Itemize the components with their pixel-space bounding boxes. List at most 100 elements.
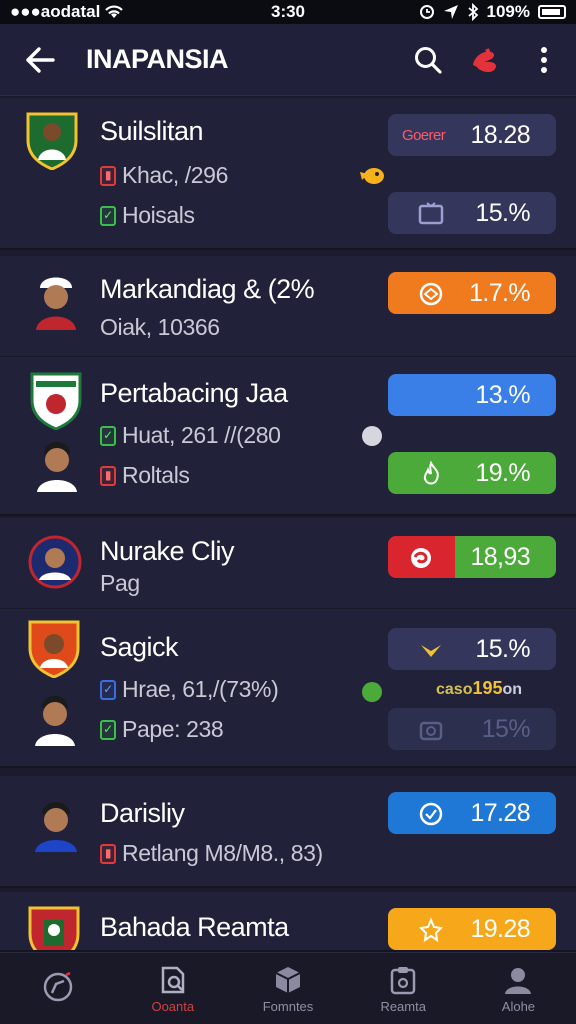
stat-pill[interactable]: 15%	[388, 708, 556, 750]
battery-icon	[538, 5, 566, 19]
stat-label: Goerer	[402, 126, 446, 144]
red-marker-icon: ▮	[100, 843, 116, 864]
check-marker-icon: ✓	[100, 205, 116, 226]
stat-pill[interactable]: 17.28	[388, 792, 556, 834]
page-title: INAPANSIA	[86, 44, 229, 74]
brand-button[interactable]	[466, 40, 506, 80]
player-row[interactable]: Pertabacing Jaa ✓ Huat, 261 //(280 ▮ Rolta…	[0, 356, 576, 516]
nav-item-reamta[interactable]: Reamta	[346, 953, 461, 1024]
star-icon	[418, 917, 444, 943]
cube-icon	[275, 966, 301, 993]
check-marker-icon: ✓	[100, 679, 116, 700]
shield-icon	[421, 645, 441, 657]
brand-logo-icon	[473, 47, 497, 72]
bottom-nav: Ooanta Fomntes Reamta Alohe	[0, 952, 576, 1024]
wifi-icon	[105, 5, 124, 18]
check-marker-icon: ✓	[100, 425, 116, 446]
player-name: Markandiag & (2%	[100, 274, 315, 304]
stat-value: 18.28	[470, 120, 530, 149]
tv-icon	[418, 202, 444, 225]
bird-icon	[360, 168, 384, 184]
stat-value: 15.%	[475, 634, 530, 663]
app-header: INAPANSIA	[0, 24, 576, 96]
stat-value: 17.28	[470, 798, 530, 827]
inline-stat: caso195on	[436, 678, 523, 698]
stat-value: 15%	[481, 714, 531, 743]
player-name: Pertabacing Jaa	[100, 378, 288, 408]
alarm-icon	[419, 5, 434, 19]
player-name: Suilslitan	[100, 116, 204, 146]
stat-pill[interactable]: 18,93	[388, 536, 556, 578]
location-icon	[443, 5, 458, 19]
carrier-label: ●●●aodatal	[10, 2, 101, 21]
player-name: Sagick	[100, 632, 179, 662]
status-dot	[362, 682, 382, 702]
clipboard-icon	[390, 966, 416, 994]
stat-value: 1.7.%	[469, 278, 531, 307]
stat-pill[interactable]: 15.%	[388, 628, 556, 670]
player-stat-line: ✓ Hrae, 61,/(73%)	[100, 676, 279, 703]
stat-pill[interactable]: Goerer 18.28	[388, 114, 556, 156]
stat-value: 18,93	[470, 542, 530, 571]
compass-icon	[43, 971, 72, 1002]
player-row[interactable]: Sagick ✓ Hrae, 61,/(73%) ✓ Pape: 238 15.% …	[0, 608, 576, 768]
clock-icon	[419, 802, 443, 826]
player-name: Nurake Cliy	[100, 536, 235, 566]
player-stat-line: Pag	[100, 570, 140, 596]
player-stat-line: ✓ Pape: 238	[100, 716, 224, 743]
stat-value: 19.%	[475, 458, 530, 487]
player-stat-line: ▮ Retlang M8/M8., 83)	[100, 840, 323, 867]
nav-label: Fomntes	[262, 998, 314, 1014]
stat-value: 19.28	[470, 914, 530, 943]
stat-pill[interactable]: 19.28	[388, 908, 556, 950]
player-avatar	[37, 442, 77, 492]
stat-value: 13.%	[475, 380, 530, 409]
nav-item-fomntes[interactable]: Fomntes	[230, 953, 345, 1024]
nav-label: Alohe	[501, 998, 536, 1014]
player-stat-line: ✓ Hoisals	[100, 202, 195, 229]
status-dot	[362, 426, 382, 446]
ball-icon	[419, 282, 443, 306]
arrow-left-icon	[26, 46, 55, 73]
clock: 3:30	[270, 2, 306, 21]
player-avatar	[35, 802, 77, 852]
nav-label: Ooanta	[151, 998, 195, 1014]
bluetooth-icon	[467, 3, 478, 21]
team-crest-avatar	[30, 372, 82, 430]
player-stat-line: ▮ Khac, /296	[100, 162, 228, 189]
check-marker-icon: ✓	[100, 719, 116, 740]
player-card[interactable]: Darisliy ▮ Retlang M8/M8., 83) 17.28	[0, 776, 576, 888]
search-button[interactable]	[408, 40, 448, 80]
stat-pill[interactable]: 1.7.%	[388, 272, 556, 314]
red-marker-icon: ▮	[100, 165, 116, 186]
nav-item-home[interactable]	[0, 953, 115, 1024]
red-marker-icon: ▮	[100, 465, 116, 486]
player-row[interactable]: Markandiag & (2% Oiak, 10366 1.7.%	[0, 256, 576, 356]
back-button[interactable]	[20, 40, 60, 80]
player-stat-line: ✓ Huat, 261 //(280	[100, 422, 281, 449]
player-row[interactable]: Nurake Cliy Pag 18,93	[0, 518, 576, 608]
player-card[interactable]: Bahada Reamta 19.28	[0, 892, 576, 952]
player-avatar	[36, 277, 76, 330]
search-icon	[415, 46, 442, 74]
flame-icon	[423, 461, 439, 485]
nav-item-ooanta[interactable]: Ooanta	[115, 953, 230, 1024]
more-menu-button[interactable]	[524, 40, 564, 80]
team-crest-avatar	[26, 112, 78, 170]
player-stat-line: Oiak, 10366	[100, 314, 220, 340]
player-avatar	[28, 535, 82, 589]
person-icon	[505, 967, 532, 994]
stat-pill[interactable]: 13.%	[388, 374, 556, 416]
search-doc-icon	[161, 966, 185, 993]
nav-label: Reamta	[380, 998, 426, 1014]
player-stat-line: ▮ Roltals	[100, 462, 190, 489]
player-name: Darisliy	[100, 798, 185, 828]
player-avatar	[35, 696, 75, 746]
stat-pill[interactable]: 15.%	[388, 192, 556, 234]
team-crest-avatar	[28, 906, 80, 950]
swirl-logo-icon	[411, 548, 431, 568]
stat-pill[interactable]: 19.%	[388, 452, 556, 494]
camera-icon	[419, 721, 443, 741]
player-card[interactable]: Suilslitan ▮ Khac, /296 ✓ Hoisals Goerer 1…	[0, 98, 576, 250]
nav-item-alohe[interactable]: Alohe	[461, 953, 576, 1024]
